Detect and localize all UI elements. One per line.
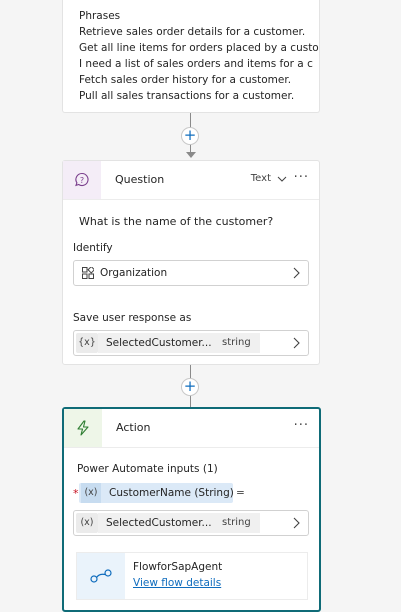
flow-input-parameter: (x) CustomerName (String): [79, 483, 234, 503]
required-marker: *: [73, 487, 79, 500]
identify-entity-value: Organization: [100, 267, 168, 279]
authoring-canvas: Phrases Retrieve sales order details for…: [0, 0, 401, 612]
more-options-icon[interactable]: ···: [294, 419, 309, 432]
variable-icon: (x): [76, 513, 98, 533]
action-icon-box: [64, 409, 102, 447]
input-variable-selector[interactable]: (x) SelectedCustomer... string: [73, 510, 309, 536]
phrases-heading: Phrases: [79, 10, 121, 22]
variable-name: SelectedCustomer...: [98, 513, 212, 533]
phrase-item: Get all line items for orders placed by …: [79, 42, 319, 54]
phrase-item: Pull all sales transactions for a custom…: [79, 90, 295, 102]
save-response-variable-selector[interactable]: {x} SelectedCustomer... string: [73, 330, 309, 356]
trigger-phrases-card[interactable]: Phrases Retrieve sales order details for…: [62, 0, 320, 113]
variable-type: string: [212, 333, 260, 353]
variable-icon: {x}: [76, 333, 98, 353]
question-icon-box: ?: [63, 161, 101, 199]
variable-type: string: [212, 513, 260, 533]
chevron-right-icon: [292, 337, 300, 352]
question-node-title: Question: [115, 173, 165, 186]
phrase-item: Fetch sales order history for a customer…: [79, 74, 292, 86]
identify-label: Identify: [73, 242, 113, 254]
grid-apps-icon: [82, 265, 96, 282]
flow-icon: [90, 569, 112, 583]
flow-icon-box: [77, 553, 125, 599]
phrase-item: Retrieve sales order details for a custo…: [79, 26, 306, 38]
response-type-label: Text: [250, 173, 271, 184]
action-node-card[interactable]: Action ··· Power Automate inputs (1) * (…: [62, 407, 321, 612]
action-node-title: Action: [116, 421, 151, 434]
question-node-card[interactable]: ? Question Text ··· What is the name of …: [62, 160, 320, 365]
assignment-equals: =: [236, 487, 245, 499]
add-node-button[interactable]: +: [181, 378, 199, 396]
lightning-icon: [77, 420, 89, 436]
question-node-header: ? Question Text ···: [63, 161, 319, 200]
question-message[interactable]: What is the name of the customer?: [79, 215, 273, 228]
flow-name: FlowforSapAgent: [133, 561, 223, 573]
more-options-icon[interactable]: ···: [294, 171, 309, 184]
question-bubble-icon: ?: [75, 172, 89, 187]
phrases-list: Phrases Retrieve sales order details for…: [79, 8, 319, 104]
flow-reference-card: FlowforSapAgent View flow details: [76, 552, 308, 600]
chevron-right-icon: [292, 517, 300, 532]
svg-text:?: ?: [80, 176, 84, 185]
save-response-label: Save user response as: [73, 312, 192, 324]
chevron-down-icon: [277, 176, 287, 182]
flow-inputs-label: Power Automate inputs (1): [77, 463, 218, 475]
connector-arrow: [186, 152, 196, 158]
chevron-right-icon: [292, 267, 300, 282]
identify-entity-selector[interactable]: Organization: [73, 260, 309, 286]
phrase-item: I need a list of sales orders and items …: [79, 58, 313, 70]
view-flow-details-link[interactable]: View flow details: [133, 577, 221, 589]
parameter-name: CustomerName (String): [109, 487, 234, 499]
response-type-dropdown[interactable]: Text: [251, 173, 287, 184]
variable-icon: (x): [81, 483, 101, 503]
action-node-header: Action ···: [64, 409, 319, 448]
add-node-button[interactable]: +: [181, 127, 199, 145]
variable-name: SelectedCustomer...: [98, 333, 212, 353]
